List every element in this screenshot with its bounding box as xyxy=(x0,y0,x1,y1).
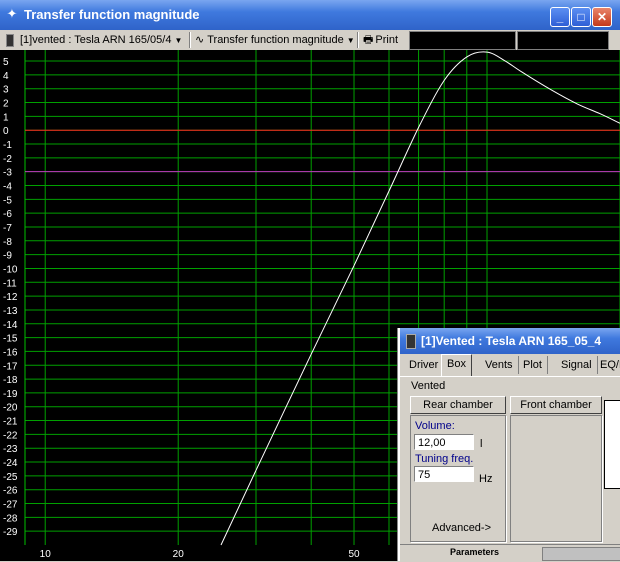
volume-input[interactable]: 12,00 xyxy=(414,434,474,450)
y-tick-label: -14 xyxy=(3,320,18,331)
y-tick-label: -6 xyxy=(3,209,12,220)
tab-signal[interactable]: Signal xyxy=(556,356,598,374)
rear-chamber-button[interactable]: Rear chamber xyxy=(410,396,506,414)
y-tick-label: -8 xyxy=(3,237,12,248)
print-button[interactable]: 🖶 Print xyxy=(363,31,398,49)
box-parameters-panel: [1]Vented : Tesla ARN 165_05_4 Driver Bo… xyxy=(398,328,620,562)
chevron-down-icon: ▼ xyxy=(174,36,183,45)
toolbar: [1]vented : Tesla ARN 165/05/4 ▼ ∿ Transfe… xyxy=(0,30,620,51)
y-tick-label: -24 xyxy=(3,458,18,469)
y-tick-label: -15 xyxy=(3,334,18,345)
front-chamber-button[interactable]: Front chamber xyxy=(510,396,602,414)
maximize-button[interactable]: □ xyxy=(571,7,591,27)
tuning-unit: Hz xyxy=(479,473,493,485)
toolbar-separator xyxy=(357,32,359,48)
y-tick-label: 1 xyxy=(3,112,9,123)
driver-select[interactable]: [1]vented : Tesla ARN 165/05/4 ▼ xyxy=(6,31,182,49)
minimize-button[interactable]: _ xyxy=(550,7,570,27)
y-tick-label: -20 xyxy=(3,403,18,414)
y-tick-label: -2 xyxy=(3,154,12,165)
panel-title: [1]Vented : Tesla ARN 165_05_4 xyxy=(421,334,602,348)
tab-plot[interactable]: Plot xyxy=(518,356,548,374)
x-tick-label: 20 xyxy=(173,549,185,560)
tab-driver[interactable]: Driver xyxy=(404,356,445,374)
y-tick-label: -3 xyxy=(3,168,12,179)
app-icon: ✦ xyxy=(6,6,18,21)
tuning-label: Tuning freq. xyxy=(415,453,474,465)
y-tick-label: -10 xyxy=(3,264,18,275)
panel-status-bar: Parameters xyxy=(400,544,620,562)
parameters-label: Parameters xyxy=(450,547,500,557)
status-progress xyxy=(542,547,620,561)
y-tick-label: -27 xyxy=(3,500,18,511)
y-tick-label: -17 xyxy=(3,361,18,372)
printer-icon: 🖶 xyxy=(363,34,374,46)
advanced-button[interactable]: Advanced-> xyxy=(432,522,491,534)
speaker-icon xyxy=(6,33,14,47)
y-tick-label: -12 xyxy=(3,292,18,303)
y-tick-label: -29 xyxy=(3,527,18,538)
print-label: Print xyxy=(375,34,399,46)
close-button[interactable]: ✕ xyxy=(592,7,612,27)
volume-label: Volume: xyxy=(415,420,455,432)
y-tick-label: 4 xyxy=(3,71,9,82)
y-tick-label: -9 xyxy=(3,251,12,262)
box-type-label: Vented xyxy=(411,380,446,392)
y-tick-label: -28 xyxy=(3,513,18,524)
y-tick-label: 3 xyxy=(3,85,9,96)
tab-box[interactable]: Box xyxy=(441,354,472,376)
y-tick-label: -21 xyxy=(3,417,18,428)
y-tick-label: -5 xyxy=(3,195,12,206)
waveform-icon: ∿ xyxy=(195,34,205,46)
y-tick-label: -23 xyxy=(3,444,18,455)
x-tick-label: 10 xyxy=(40,549,52,560)
panel-tabs: Driver Box Vents Plot Signal EQ/F xyxy=(400,354,620,377)
window-title: Transfer function magnitude xyxy=(24,7,200,22)
speaker-icon xyxy=(406,334,416,349)
panel-title-bar[interactable]: [1]Vented : Tesla ARN 165_05_4 xyxy=(400,328,620,354)
y-tick-label: -19 xyxy=(3,389,18,400)
view-select[interactable]: ∿ Transfer function magnitude ▼ xyxy=(195,31,355,49)
chevron-down-icon: ▼ xyxy=(346,36,355,45)
tab-eq[interactable]: EQ/F xyxy=(595,356,620,374)
front-chamber-group xyxy=(510,415,602,542)
y-tick-label: -4 xyxy=(3,182,12,193)
y-tick-label: -22 xyxy=(3,430,18,441)
readout-box-1 xyxy=(409,31,516,50)
driver-select-label: [1]vented : Tesla ARN 165/05/4 xyxy=(20,34,172,46)
y-tick-label: -25 xyxy=(3,472,18,483)
y-tick-label: 0 xyxy=(3,126,9,137)
y-tick-label: -1 xyxy=(3,140,12,151)
y-tick-label: 5 xyxy=(3,57,9,68)
x-tick-label: 50 xyxy=(348,549,360,560)
y-tick-label: 2 xyxy=(3,99,9,110)
view-select-label: Transfer function magnitude xyxy=(207,34,344,46)
y-tick-label: -26 xyxy=(3,486,18,497)
y-tick-label: -18 xyxy=(3,375,18,386)
volume-unit: l xyxy=(480,438,483,450)
y-tick-label: -11 xyxy=(3,278,17,289)
y-tick-label: -16 xyxy=(3,347,18,358)
readout-box-2 xyxy=(517,31,609,50)
y-tick-label: -13 xyxy=(3,306,18,317)
tab-vents[interactable]: Vents xyxy=(480,356,519,374)
y-tick-label: -7 xyxy=(3,223,12,234)
title-bar: ✦ Transfer function magnitude _ □ ✕ xyxy=(0,0,620,30)
tuning-freq-input[interactable]: 75 xyxy=(414,466,474,482)
toolbar-separator xyxy=(189,32,191,48)
box-preview xyxy=(604,400,620,489)
